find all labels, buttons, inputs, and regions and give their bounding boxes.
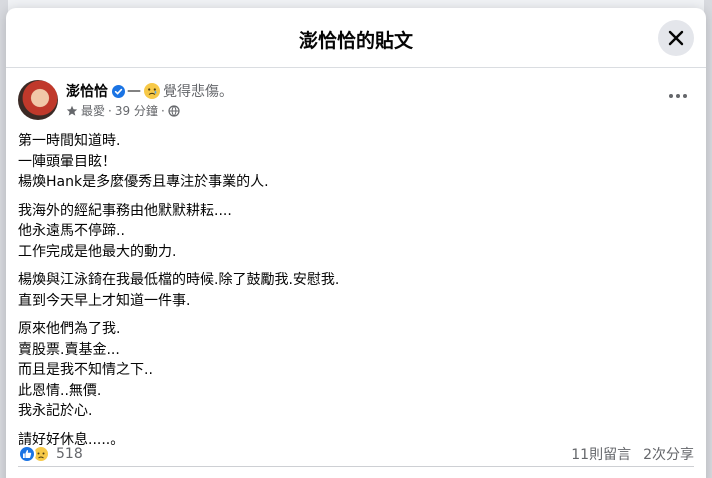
- audience-label: 最愛: [81, 104, 106, 118]
- post-time[interactable]: 39 分鐘: [115, 102, 158, 119]
- avatar[interactable]: [18, 80, 58, 120]
- modal-header: 澎恰恰的貼文: [6, 8, 706, 68]
- post-line: 而且是我不知情之下..: [18, 362, 153, 378]
- more-icon-dot: [676, 94, 680, 98]
- post-line: 我海外的經紀事務由他默默耕耘....: [18, 202, 232, 219]
- post-paragraph: 第一時間知道時. 一陣頭暈目眩！ 楊煥Hank是多麼優秀且專注於事業的人.: [18, 131, 694, 193]
- post-meta: 最愛 · 39 分鐘 ·: [66, 102, 180, 119]
- post-line: 賣股票.賣基金...: [18, 341, 120, 358]
- share-count-link[interactable]: 2次分享: [643, 444, 694, 464]
- post-body: 第一時間知道時. 一陣頭暈目眩！ 楊煥Hank是多麼優秀且專注於事業的人. 我海…: [6, 124, 706, 450]
- post-paragraph: 楊煥與江泳錡在我最低檔的時候.除了鼓勵我.安慰我. 直到今天早上才知道一件事.: [18, 270, 694, 311]
- post-line: 直到今天早上才知道一件事.: [18, 292, 191, 309]
- post-line: 他永遠馬不停蹄..: [18, 223, 125, 239]
- meta-separator: ·: [160, 103, 165, 118]
- like-reaction-icon: [18, 444, 36, 463]
- post-line: 楊煥Hank是多麼優秀且專注於事業的人.: [18, 174, 269, 190]
- more-icon-dot: [669, 94, 673, 98]
- post-line: 此恩情..無價.: [18, 382, 102, 399]
- post-line: 工作完成是他最大的動力.: [18, 243, 177, 260]
- modal-title: 澎恰恰的貼文: [298, 30, 413, 52]
- globe-icon[interactable]: [168, 104, 180, 117]
- feeling-dash: —: [127, 83, 141, 99]
- post-paragraph: 原來他們為了我. 賣股票.賣基金... 而且是我不知情之下.. 此恩情..無價.…: [18, 319, 694, 422]
- post-header: 澎恰恰 — 覺得悲傷。 最愛 · 39 分鐘 ·: [6, 68, 706, 124]
- more-options-button[interactable]: [664, 86, 692, 106]
- verified-icon: [112, 84, 125, 98]
- author-row: 澎恰恰 — 覺得悲傷。: [66, 81, 233, 101]
- more-icon-dot: [683, 94, 687, 98]
- post-line: 原來他們為了我.: [18, 321, 121, 337]
- reaction-count: 518: [56, 445, 83, 462]
- close-icon: [668, 30, 684, 46]
- post-stats: 11則留言 2次分享: [571, 444, 694, 464]
- post-line: 我永記於心.: [18, 403, 93, 419]
- meta-separator: ·: [108, 103, 112, 118]
- author-name[interactable]: 澎恰恰: [66, 81, 108, 101]
- feeling-text: 覺得悲傷。: [163, 84, 233, 100]
- post-footer: 518 11則留言 2次分享: [18, 441, 694, 467]
- reactions-summary[interactable]: 518: [18, 444, 83, 463]
- post-line: 一陣頭暈目眩！: [18, 153, 116, 170]
- post-line: 第一時間知道時.: [18, 133, 121, 149]
- post-modal: 澎恰恰的貼文 澎恰恰 — 覺得悲傷。 最愛 · 39 分鐘 · 第一時間知道時.…: [6, 8, 706, 478]
- comment-count-link[interactable]: 11則留言: [571, 444, 631, 464]
- star-icon: [66, 105, 78, 116]
- sad-emoji-icon: [144, 83, 160, 99]
- post-paragraph: 我海外的經紀事務由他默默耕耘.... 他永遠馬不停蹄.. 工作完成是他最大的動力…: [18, 201, 694, 263]
- post-line: 楊煥與江泳錡在我最低檔的時候.除了鼓勵我.安慰我.: [18, 272, 340, 288]
- close-button[interactable]: [658, 20, 694, 56]
